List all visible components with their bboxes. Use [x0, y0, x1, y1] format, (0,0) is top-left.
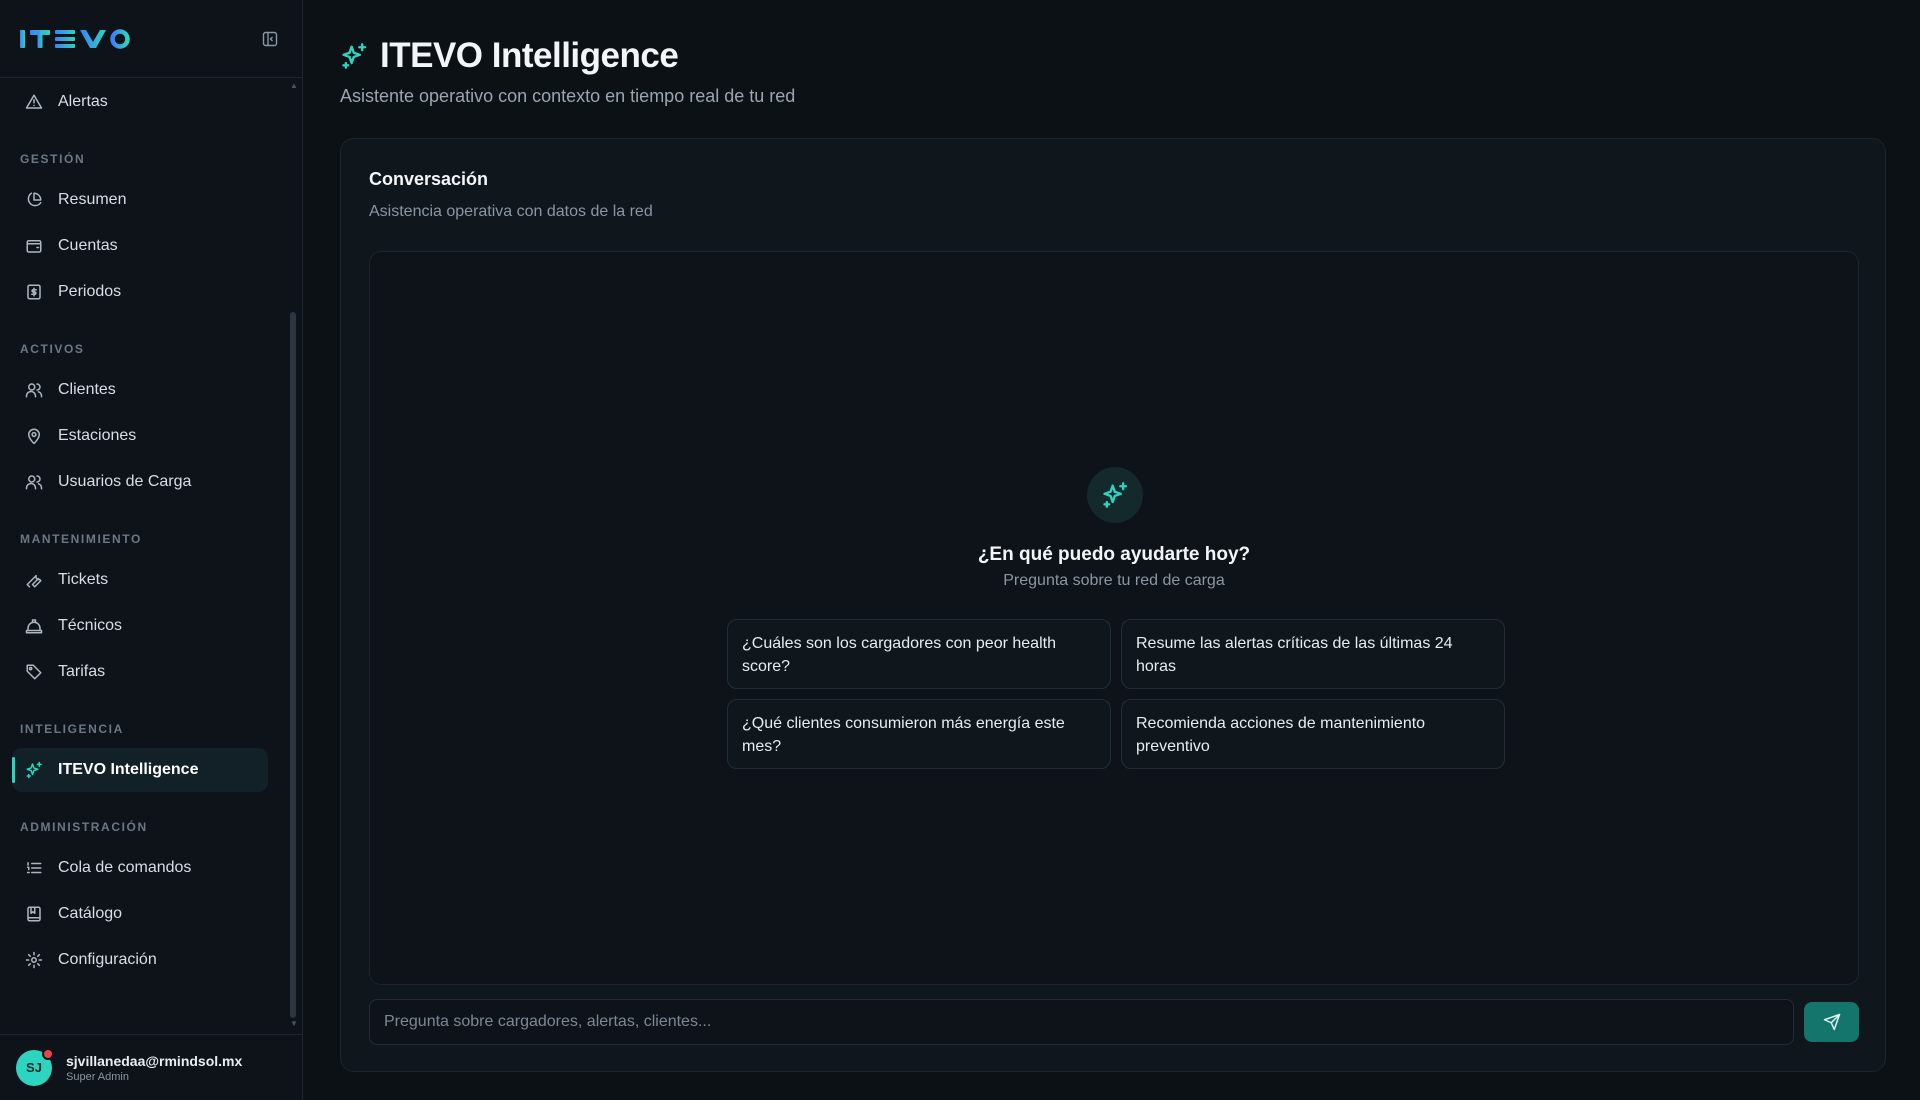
sidebar-item-configuracion[interactable]: Configuración: [12, 938, 268, 982]
sidebar-item-label: Cuentas: [58, 237, 118, 254]
suggestion-button[interactable]: Resume las alertas críticas de las últim…: [1121, 619, 1505, 689]
sidebar-item-estaciones[interactable]: Estaciones: [12, 414, 268, 458]
conversation-card: Conversación Asistencia operativa con da…: [340, 138, 1886, 1072]
sidebar-item-label: Configuración: [58, 951, 157, 968]
wrench-icon: [24, 570, 44, 590]
section-label-administracion: ADMINISTRACIÓN: [20, 820, 148, 834]
sidebar-item-cola-de-comandos[interactable]: Cola de comandos: [12, 846, 268, 890]
sidebar-item-alertas[interactable]: Alertas: [12, 80, 268, 124]
conversation-subtitle: Asistencia operativa con datos de la red: [369, 203, 653, 220]
chat-input-row: [369, 999, 1859, 1045]
sparkles-icon: [1103, 482, 1128, 508]
send-button[interactable]: [1804, 1002, 1859, 1042]
brand-bar: [0, 0, 302, 78]
sidebar-item-tarifas[interactable]: Tarifas: [12, 650, 268, 694]
sidebar-item-periodos[interactable]: Periodos: [12, 270, 268, 314]
user-profile[interactable]: SJ sjvillanedaa@rmindsol.mx Super Admin: [0, 1034, 303, 1100]
section-label-gestion: GESTIÓN: [20, 152, 86, 166]
sidebar-item-catalogo[interactable]: Catálogo: [12, 892, 268, 936]
sidebar-item-label: Clientes: [58, 381, 116, 398]
sidebar-item-label: Cola de comandos: [58, 859, 192, 876]
pie-chart-icon: [24, 190, 44, 210]
sidebar-item-label: Catálogo: [58, 905, 123, 922]
suggestion-grid: ¿Cuáles son los cargadores con peor heal…: [727, 619, 1505, 769]
user-info: sjvillanedaa@rmindsol.mx Super Admin: [66, 1053, 242, 1083]
sidebar-item-label: Tarifas: [58, 663, 106, 680]
sidebar-item-usuarios-de-carga[interactable]: Usuarios de Carga: [12, 460, 268, 504]
assistant-icon-badge: [1087, 467, 1143, 523]
sidebar-nav: Alertas GESTIÓN Resumen Cuentas Periodos: [0, 78, 294, 1032]
sidebar-item-label: Tickets: [58, 571, 109, 588]
alert-triangle-icon: [24, 92, 44, 112]
sidebar-item-label: Técnicos: [58, 617, 123, 634]
users-icon: [24, 472, 44, 492]
book-icon: [24, 904, 44, 924]
receipt-icon: [24, 282, 44, 302]
sidebar-item-label: Resumen: [58, 191, 127, 208]
page-title: ITEVO Intelligence: [380, 36, 679, 75]
empty-state-subtitle: Pregunta sobre tu red de carga: [1003, 572, 1225, 589]
notification-dot: [42, 1047, 54, 1060]
sidebar-item-label: Alertas: [58, 93, 108, 110]
sidebar-item-label: Periodos: [58, 283, 122, 300]
section-label-mantenimiento: MANTENIMIENTO: [20, 532, 142, 546]
suggestion-button[interactable]: ¿Qué clientes consumieron más energía es…: [727, 699, 1111, 769]
map-pin-icon: [24, 426, 44, 446]
conversation-title: Conversación: [369, 169, 489, 189]
avatar[interactable]: SJ: [16, 1047, 54, 1086]
page-subtitle: Asistente operativo con contexto en tiem…: [340, 86, 796, 106]
sidebar-item-cuentas[interactable]: Cuentas: [12, 224, 268, 268]
sidebar-item-resumen[interactable]: Resumen: [12, 178, 268, 222]
panel-left-icon: [262, 31, 278, 46]
list-icon: [24, 858, 44, 878]
sidebar-item-label: ITEVO Intelligence: [58, 761, 199, 778]
main-content: ITEVO Intelligence Asistente operativo c…: [304, 0, 1920, 1100]
sidebar-item-clientes[interactable]: Clientes: [12, 368, 268, 412]
users-icon: [24, 380, 44, 400]
wallet-icon: [24, 236, 44, 256]
sidebar: Alertas GESTIÓN Resumen Cuentas Periodos: [0, 0, 303, 1100]
sidebar-collapse-button[interactable]: [258, 27, 282, 51]
gear-icon: [24, 950, 44, 970]
sidebar-item-tecnicos[interactable]: Técnicos: [12, 604, 268, 648]
chat-messages-area[interactable]: ¿En qué puedo ayudarte hoy? Pregunta sob…: [369, 251, 1859, 985]
title-row: ITEVO Intelligence: [340, 36, 795, 76]
itevo-logo-mark: [20, 28, 130, 49]
user-email: sjvillanedaa@rmindsol.mx: [66, 1052, 243, 1069]
sidebar-scrollbar[interactable]: ▲ ▼: [290, 82, 298, 1028]
sidebar-item-label: Usuarios de Carga: [58, 473, 192, 490]
sidebar-item-itevo-intelligence[interactable]: ITEVO Intelligence: [12, 748, 268, 792]
sidebar-item-tickets[interactable]: Tickets: [12, 558, 268, 602]
itevo-logo[interactable]: [20, 28, 132, 50]
section-label-activos: ACTIVOS: [20, 342, 85, 356]
empty-state: ¿En qué puedo ayudarte hoy? Pregunta sob…: [370, 252, 1858, 984]
user-role: Super Admin: [66, 1070, 129, 1083]
sidebar-item-label: Estaciones: [58, 427, 137, 444]
sidebar-scrollbar-thumb[interactable]: [290, 312, 296, 1018]
suggestion-button[interactable]: Recomienda acciones de mantenimiento pre…: [1121, 699, 1505, 769]
section-label-inteligencia: INTELIGENCIA: [20, 722, 124, 736]
chat-input[interactable]: [369, 999, 1795, 1045]
sparkles-icon: [24, 760, 44, 780]
scroll-up-icon[interactable]: ▲: [290, 82, 298, 90]
hard-hat-icon: [24, 616, 44, 636]
avatar-initials: SJ: [26, 1060, 42, 1075]
send-icon: [1823, 1013, 1840, 1031]
sparkles-icon: [340, 41, 370, 71]
scroll-down-icon[interactable]: ▼: [290, 1020, 298, 1028]
suggestion-button[interactable]: ¿Cuáles son los cargadores con peor heal…: [727, 619, 1111, 689]
tag-icon: [24, 662, 44, 682]
empty-state-title: ¿En qué puedo ayudarte hoy?: [977, 544, 1251, 565]
page-header: ITEVO Intelligence Asistente operativo c…: [340, 36, 795, 107]
